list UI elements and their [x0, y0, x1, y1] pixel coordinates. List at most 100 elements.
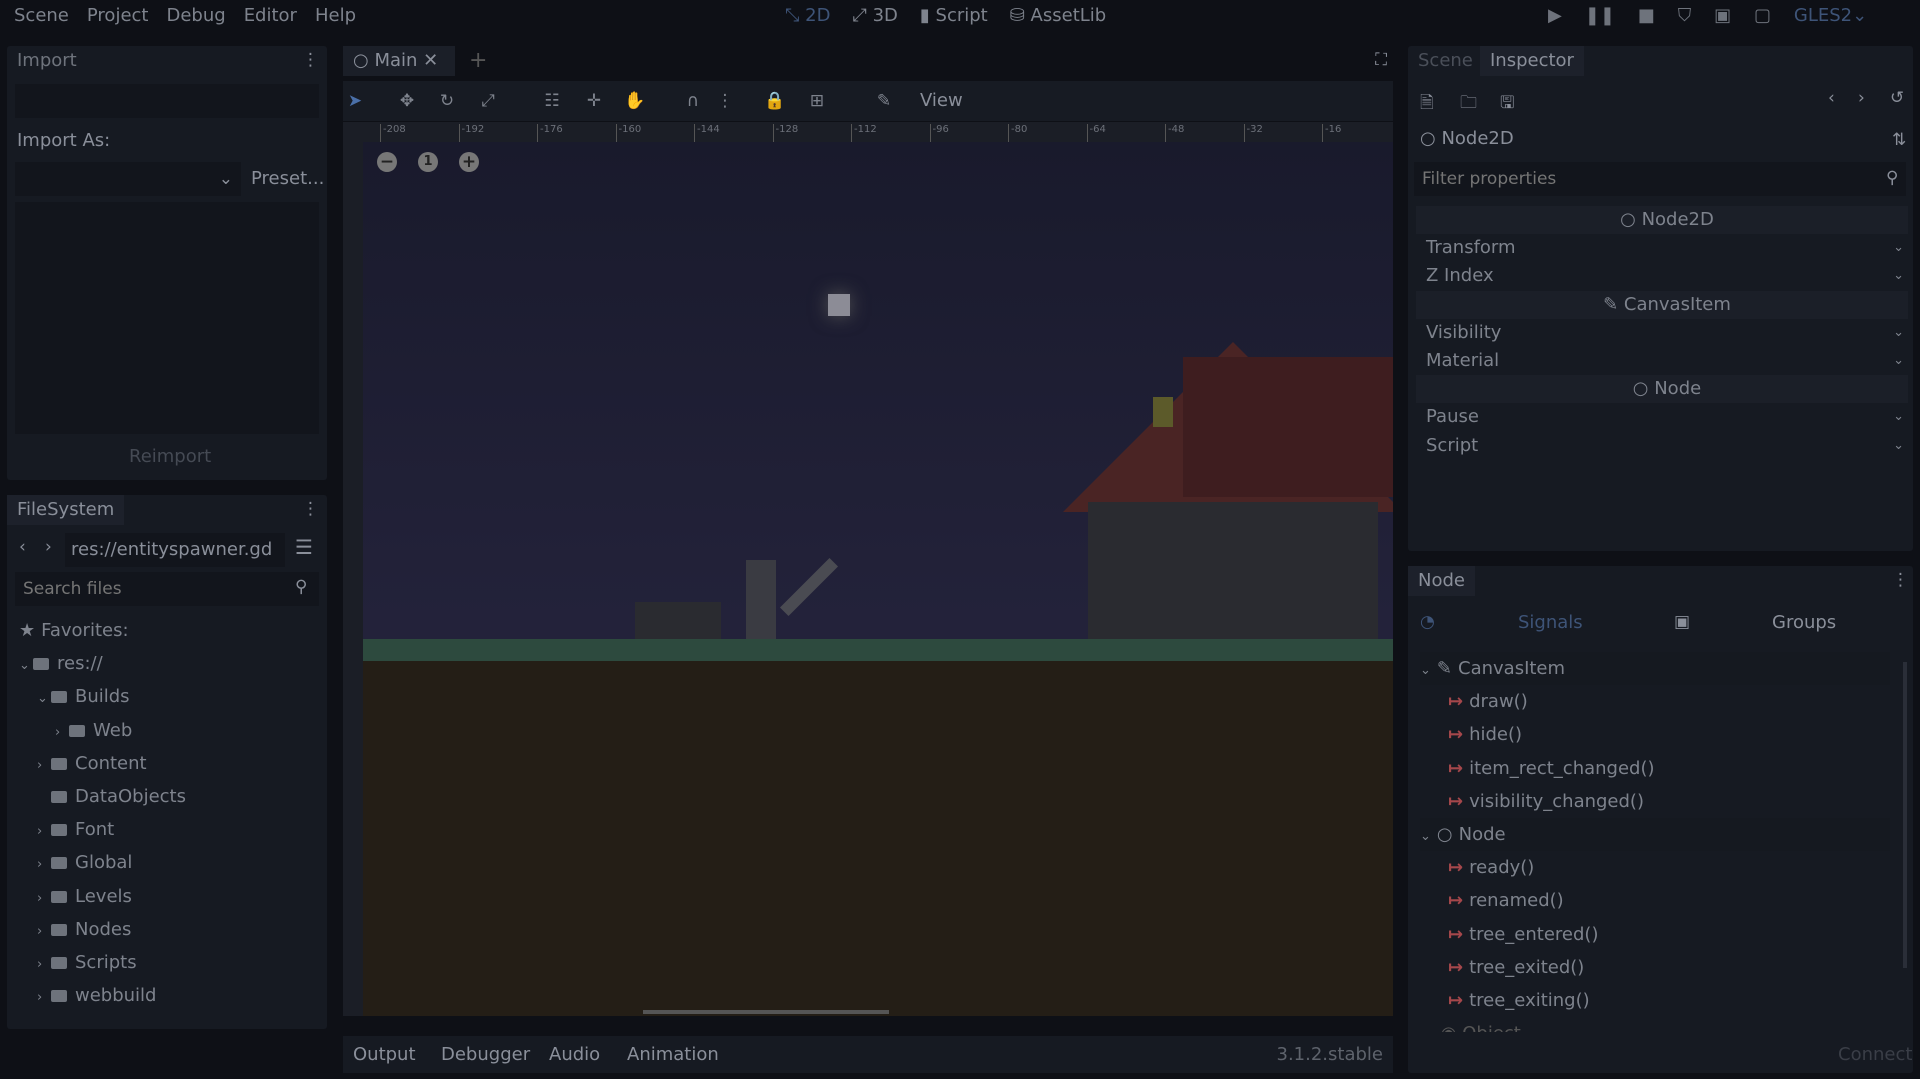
viewport[interactable]: − 1 + [363, 142, 1393, 1016]
stop-icon[interactable]: ■ [1638, 5, 1655, 26]
pivot-tool-icon[interactable]: ✛ [582, 89, 606, 113]
workspace-assetlib[interactable]: ⛁ AssetLib [1010, 5, 1106, 26]
filter-properties-input[interactable] [1414, 162, 1906, 196]
menu-editor[interactable]: Editor [244, 5, 297, 26]
signal-item[interactable]: ↦ visibility_changed() [1448, 785, 1644, 818]
snap-icon[interactable]: ∩ [681, 89, 705, 113]
tab-import[interactable]: Import [7, 46, 87, 76]
signal-group[interactable]: ⌄ ○ Node [1420, 818, 1890, 851]
history-forward-icon[interactable]: › [1858, 88, 1865, 108]
chevron-icon[interactable]: ⌄ [19, 649, 33, 682]
save-icon[interactable]: 🖫 [1500, 90, 1514, 119]
preset-button[interactable]: Preset... [251, 168, 324, 189]
open-icon[interactable]: 🗀 [1460, 90, 1477, 119]
play-custom-icon[interactable]: ▢ [1754, 5, 1771, 26]
tab-main[interactable]: ○ Main ✕ [343, 46, 455, 76]
add-tab-icon[interactable]: + [469, 48, 487, 73]
play-scene-icon[interactable]: ▣ [1714, 5, 1731, 26]
chevron-icon[interactable]: › [37, 948, 51, 981]
file-tree-item[interactable]: ★ Favorites: [19, 614, 129, 647]
signal-item[interactable]: ↦ draw() [1448, 685, 1528, 718]
file-tree-item[interactable]: › Scripts [37, 946, 137, 979]
file-tree-item[interactable]: › Global [37, 846, 132, 879]
connect-button[interactable]: Connect [1838, 1044, 1912, 1065]
signal-item[interactable]: ↦ ready() [1448, 851, 1534, 884]
back-icon[interactable]: ‹ [19, 537, 26, 557]
signal-item[interactable]: ↦ tree_exiting() [1448, 984, 1590, 1017]
object-history-icon[interactable]: ↺ [1890, 88, 1904, 108]
file-tree-item[interactable]: › webbuild [37, 979, 156, 1012]
fullscreen-icon[interactable]: ⛶ [1375, 50, 1387, 70]
tab-signals[interactable]: Signals [1518, 612, 1583, 633]
signal-item[interactable]: ↦ tree_exited() [1448, 951, 1584, 984]
reimport-button[interactable]: Reimport [129, 446, 211, 467]
menu-scene[interactable]: Scene [14, 5, 69, 26]
select-tool-icon[interactable]: ➤ [343, 89, 367, 113]
view-menu[interactable]: View [920, 90, 963, 111]
chevron-icon[interactable]: › [37, 749, 51, 782]
chevron-icon[interactable]: › [37, 848, 51, 881]
html5-icon[interactable]: ⛉ [1678, 5, 1692, 26]
history-back-icon[interactable]: ‹ [1828, 88, 1835, 108]
rotate-tool-icon[interactable]: ↻ [435, 89, 459, 113]
chevron-icon[interactable]: › [37, 981, 51, 1014]
signal-group[interactable]: ⌄ ✎ CanvasItem [1420, 652, 1890, 685]
signal-item[interactable]: ↦ item_rect_changed() [1448, 752, 1655, 785]
list-select-icon[interactable]: ☷ [540, 89, 564, 113]
property-category[interactable]: Pause ⌄ [1416, 403, 1908, 431]
file-tree-item[interactable]: DataObjects [37, 780, 186, 813]
split-view-icon[interactable]: ☰ [295, 535, 313, 559]
file-tree-item[interactable]: › Content [37, 747, 147, 780]
group-icon[interactable]: ⊞ [805, 89, 829, 113]
file-tree-item[interactable]: ⌄ Builds [37, 680, 130, 713]
lock-icon[interactable]: 🔒 [763, 89, 787, 113]
workspace-2d[interactable]: ⤡ 2D [785, 5, 830, 26]
chevron-icon[interactable]: ⌄ [37, 682, 51, 715]
tab-debugger[interactable]: Debugger [441, 1044, 530, 1065]
path-field[interactable]: res://entityspawner.gd [65, 533, 285, 567]
play-icon[interactable]: ▶ [1548, 5, 1562, 26]
import-type-select[interactable]: ⌄ [15, 162, 241, 196]
property-category[interactable]: Visibility ⌄ [1416, 319, 1908, 347]
section-header[interactable]: ○ Node [1416, 375, 1908, 404]
pan-tool-icon[interactable]: ✋ [623, 89, 647, 113]
signal-group[interactable]: ⌄ ◉ Object [1420, 1017, 1521, 1032]
tab-scene[interactable]: Scene [1408, 46, 1483, 76]
tab-animation[interactable]: Animation [627, 1044, 719, 1065]
signal-item[interactable]: ↦ hide() [1448, 718, 1522, 751]
zoom-in-icon[interactable]: + [459, 152, 479, 172]
horizontal-scrollbar[interactable] [643, 1010, 889, 1014]
workspace-script[interactable]: ▮ Script [920, 5, 988, 26]
tab-output[interactable]: Output [353, 1044, 416, 1065]
tab-inspector[interactable]: Inspector [1480, 46, 1584, 76]
chevron-icon[interactable]: › [37, 815, 51, 848]
zoom-out-icon[interactable]: − [377, 152, 397, 172]
forward-icon[interactable]: › [45, 537, 52, 557]
move-tool-icon[interactable]: ✥ [395, 89, 419, 113]
section-header[interactable]: ○ Node2D [1416, 206, 1908, 234]
bone-icon[interactable]: ✎ [872, 89, 896, 113]
signal-item[interactable]: ↦ tree_entered() [1448, 918, 1598, 951]
menu-icon[interactable]: ⋮ [1892, 570, 1909, 590]
file-tree-item[interactable]: › Levels [37, 880, 132, 913]
property-category[interactable]: Material ⌄ [1416, 347, 1908, 375]
property-category[interactable]: Script ⌄ [1416, 432, 1908, 460]
scale-tool-icon[interactable]: ⤢ [476, 89, 500, 113]
chevron-icon[interactable]: › [55, 716, 69, 749]
new-resource-icon[interactable]: 🗎 [1420, 90, 1434, 119]
tab-filesystem[interactable]: FileSystem [7, 495, 125, 525]
tab-groups[interactable]: Groups [1772, 612, 1836, 633]
tab-audio[interactable]: Audio [549, 1044, 600, 1065]
close-icon[interactable]: ✕ [423, 50, 438, 71]
menu-icon[interactable]: ⋮ [302, 50, 319, 70]
file-tree-item[interactable]: › Font [37, 813, 114, 846]
tab-node[interactable]: Node [1408, 566, 1475, 596]
menu-icon[interactable]: ⋮ [302, 499, 319, 519]
file-tree-item[interactable]: ⌄ res:// [19, 647, 103, 680]
zoom-reset-icon[interactable]: 1 [418, 152, 438, 172]
menu-debug[interactable]: Debug [166, 5, 225, 26]
file-tree-item[interactable]: › Nodes [37, 913, 131, 946]
property-category[interactable]: Z Index ⌄ [1416, 262, 1908, 290]
renderer-select[interactable]: GLES2 [1794, 5, 1852, 26]
pause-icon[interactable]: ❚❚ [1585, 5, 1615, 26]
